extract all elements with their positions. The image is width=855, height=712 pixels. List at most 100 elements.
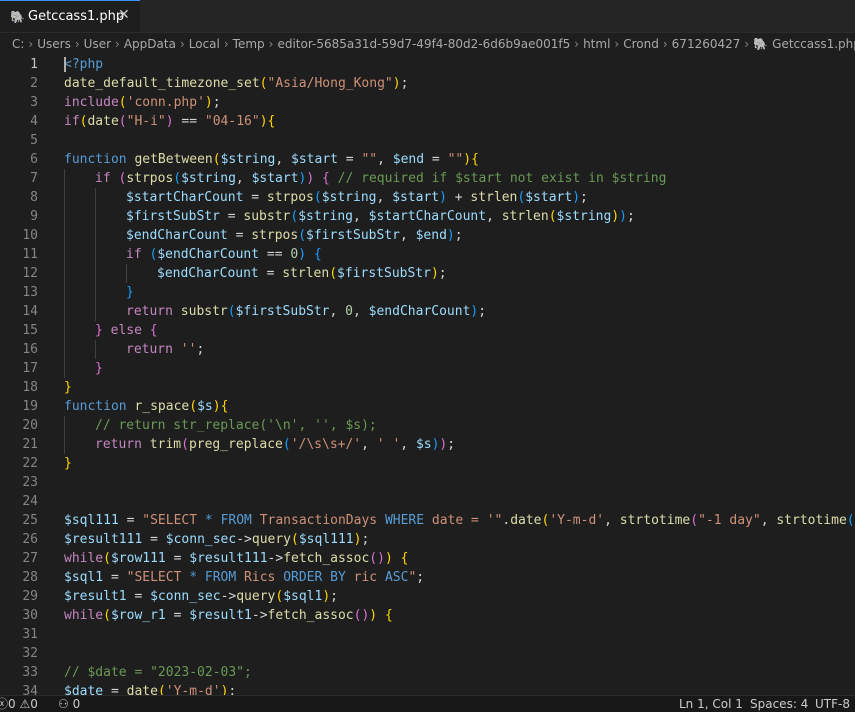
cursor-position[interactable]: Ln 1, Col 1 <box>679 696 743 712</box>
line-number: 25 <box>22 513 38 528</box>
code-line[interactable]: 14 return substr($firstSubStr, 0, $endCha… <box>0 302 855 321</box>
line-number: 14 <box>22 304 38 319</box>
code-line[interactable]: 17} <box>0 359 855 378</box>
code-line[interactable]: 24 <box>0 492 855 511</box>
code-text: $date = date('Y-m-d'); <box>64 682 236 695</box>
code-line[interactable]: 19 function r_space($s){ <box>0 397 855 416</box>
code-line[interactable]: 15} else { <box>0 321 855 340</box>
breadcrumb-item[interactable]: html <box>583 37 610 51</box>
code-token: $row_r1 <box>110 608 166 623</box>
code-token: $string <box>181 171 236 186</box>
breadcrumb-item[interactable]: editor-5685a31d-59d7-49f4-80d2-6d6b9ae00… <box>277 37 570 51</box>
code-token: = <box>227 228 252 243</box>
breadcrumb-item[interactable]: AppData <box>124 37 176 51</box>
code-token: return <box>126 342 173 357</box>
code-line[interactable]: 27 while($row111 = $result111->fetch_asso… <box>0 549 855 568</box>
breadcrumb-item[interactable]: C: <box>12 37 24 51</box>
code-line[interactable]: 26 $result111 = $conn_sec->query($sql111)… <box>0 530 855 549</box>
code-text: while($row_r1 = $result1->fetch_assoc())… <box>64 606 393 625</box>
code-line[interactable]: 33 // $date = "2023-02-03"; <box>0 663 855 682</box>
indentation-setting[interactable]: Spaces: 4 <box>750 696 808 712</box>
code-line[interactable]: 16 return ''; <box>0 340 855 359</box>
breadcrumb-item[interactable]: Crond <box>623 37 659 51</box>
code-line[interactable]: 34 $date = date('Y-m-d'); <box>0 682 855 695</box>
code-line[interactable]: 6 function getBetween($string, $start = "… <box>0 150 855 169</box>
code-token: "SELECT <box>126 570 190 585</box>
code-token: $firstSubStr <box>306 228 400 243</box>
code-token: // required if $start not exist in $stri… <box>337 171 667 186</box>
code-line[interactable]: 2 date_default_timezone_set("Asia/Hong_Ko… <box>0 74 855 93</box>
breadcrumb-item[interactable]: 671260427 <box>672 37 741 51</box>
code-token: ( <box>227 304 236 319</box>
code-line[interactable]: 8 $startCharCount = strpos($string, $star… <box>0 188 855 207</box>
code-token: $start <box>525 190 573 205</box>
code-line[interactable]: 22} <box>0 454 855 473</box>
code-line[interactable]: 7 if (strpos($string, $start)) { // requi… <box>0 169 855 188</box>
indent-guide <box>95 302 96 321</box>
line-number: 10 <box>22 228 38 243</box>
code-token: ( <box>313 190 322 205</box>
code-text: $result111 = $conn_sec->query($sql111); <box>64 530 369 549</box>
code-line[interactable]: 28 $sql1 = "SELECT * FROM Rics ORDER BY r… <box>0 568 855 587</box>
code-line[interactable]: 29 $result1 = $conn_sec->query($sql1); <box>0 587 855 606</box>
code-token: * <box>204 513 213 528</box>
code-line[interactable]: 10 $endCharCount = strpos($firstSubStr, $… <box>0 226 855 245</box>
line-number: 17 <box>22 361 38 376</box>
code-line[interactable]: 20 // return str_replace('\n', '', $s); <box>0 416 855 435</box>
code-line[interactable]: 1 <?php <box>0 55 855 74</box>
code-text: } <box>64 454 72 473</box>
indent-guide <box>95 207 96 226</box>
encoding-setting[interactable]: UTF-8 <box>815 696 850 712</box>
breadcrumb-item[interactable]: Getccass1.php <box>772 37 855 51</box>
indent-guide <box>64 283 65 302</box>
tab-getccass1[interactable]: 🐘 Getccass1.php ✕ <box>0 0 140 32</box>
code-token: $endCharCount <box>368 304 471 319</box>
code-text: function r_space($s){ <box>64 397 228 416</box>
breadcrumb-item[interactable]: Local <box>189 37 220 51</box>
code-token: if <box>64 114 80 129</box>
text-cursor <box>64 57 66 72</box>
code-line[interactable]: 12 $endCharCount = strlen($firstSubStr); <box>0 264 855 283</box>
close-icon[interactable]: ✕ <box>118 7 130 23</box>
code-token: = <box>424 152 448 167</box>
code-line[interactable]: 4 if(date("H-i") == "04-16"){ <box>0 112 855 131</box>
code-line[interactable]: 11 if ($endCharCount == 0) { <box>0 245 855 264</box>
indent-guide <box>95 245 96 264</box>
code-token: $row111 <box>110 551 166 566</box>
indent-guide <box>126 264 127 283</box>
code-line[interactable]: 32 <box>0 644 855 663</box>
code-line[interactable]: 9 $firstSubStr = substr($string, $startCh… <box>0 207 855 226</box>
code-token: ric <box>345 570 385 585</box>
code-line[interactable]: 5 <box>0 131 855 150</box>
code-line[interactable]: 21 return trim(preg_replace('/\s\s+/', ' … <box>0 435 855 454</box>
php-elephant-icon: 🐘 <box>10 10 25 24</box>
code-token: date <box>510 513 542 528</box>
code-token: $sql111 <box>298 532 354 547</box>
code-line[interactable]: 3 include('conn.php'); <box>0 93 855 112</box>
code-line[interactable]: 31 <box>0 625 855 644</box>
code-token: ) <box>322 589 331 604</box>
code-token: ) <box>446 228 455 243</box>
code-token: "SELECT <box>142 513 205 528</box>
code-line[interactable]: 23 <box>0 473 855 492</box>
code-editor[interactable]: 1 <?php 2 date_default_timezone_set("Asia/H… <box>0 55 855 695</box>
code-text: <?php <box>64 55 103 74</box>
code-token: , <box>275 152 292 167</box>
code-token: { <box>400 551 409 566</box>
breadcrumb-item[interactable]: Users <box>37 37 71 51</box>
code-token: ; <box>400 76 409 91</box>
line-number: 1 <box>30 57 38 72</box>
code-line[interactable]: 18} <box>0 378 855 397</box>
problems-indicator[interactable]: ⓧ0 ⚠0 <box>0 696 38 712</box>
ports-indicator[interactable]: ⚇ 0 <box>58 696 80 712</box>
breadcrumb-item[interactable]: User <box>84 37 111 51</box>
code-line[interactable]: 30 while($row_r1 = $result1->fetch_assoc(… <box>0 606 855 625</box>
code-line[interactable]: 25 $sql111 = "SELECT * FROM TransactionDa… <box>0 511 855 530</box>
code-line[interactable]: 13} <box>0 283 855 302</box>
code-token: ; <box>438 266 447 281</box>
breadcrumb-item[interactable]: Temp <box>233 37 265 51</box>
indent-guide <box>64 340 65 359</box>
line-number: 26 <box>22 532 38 547</box>
